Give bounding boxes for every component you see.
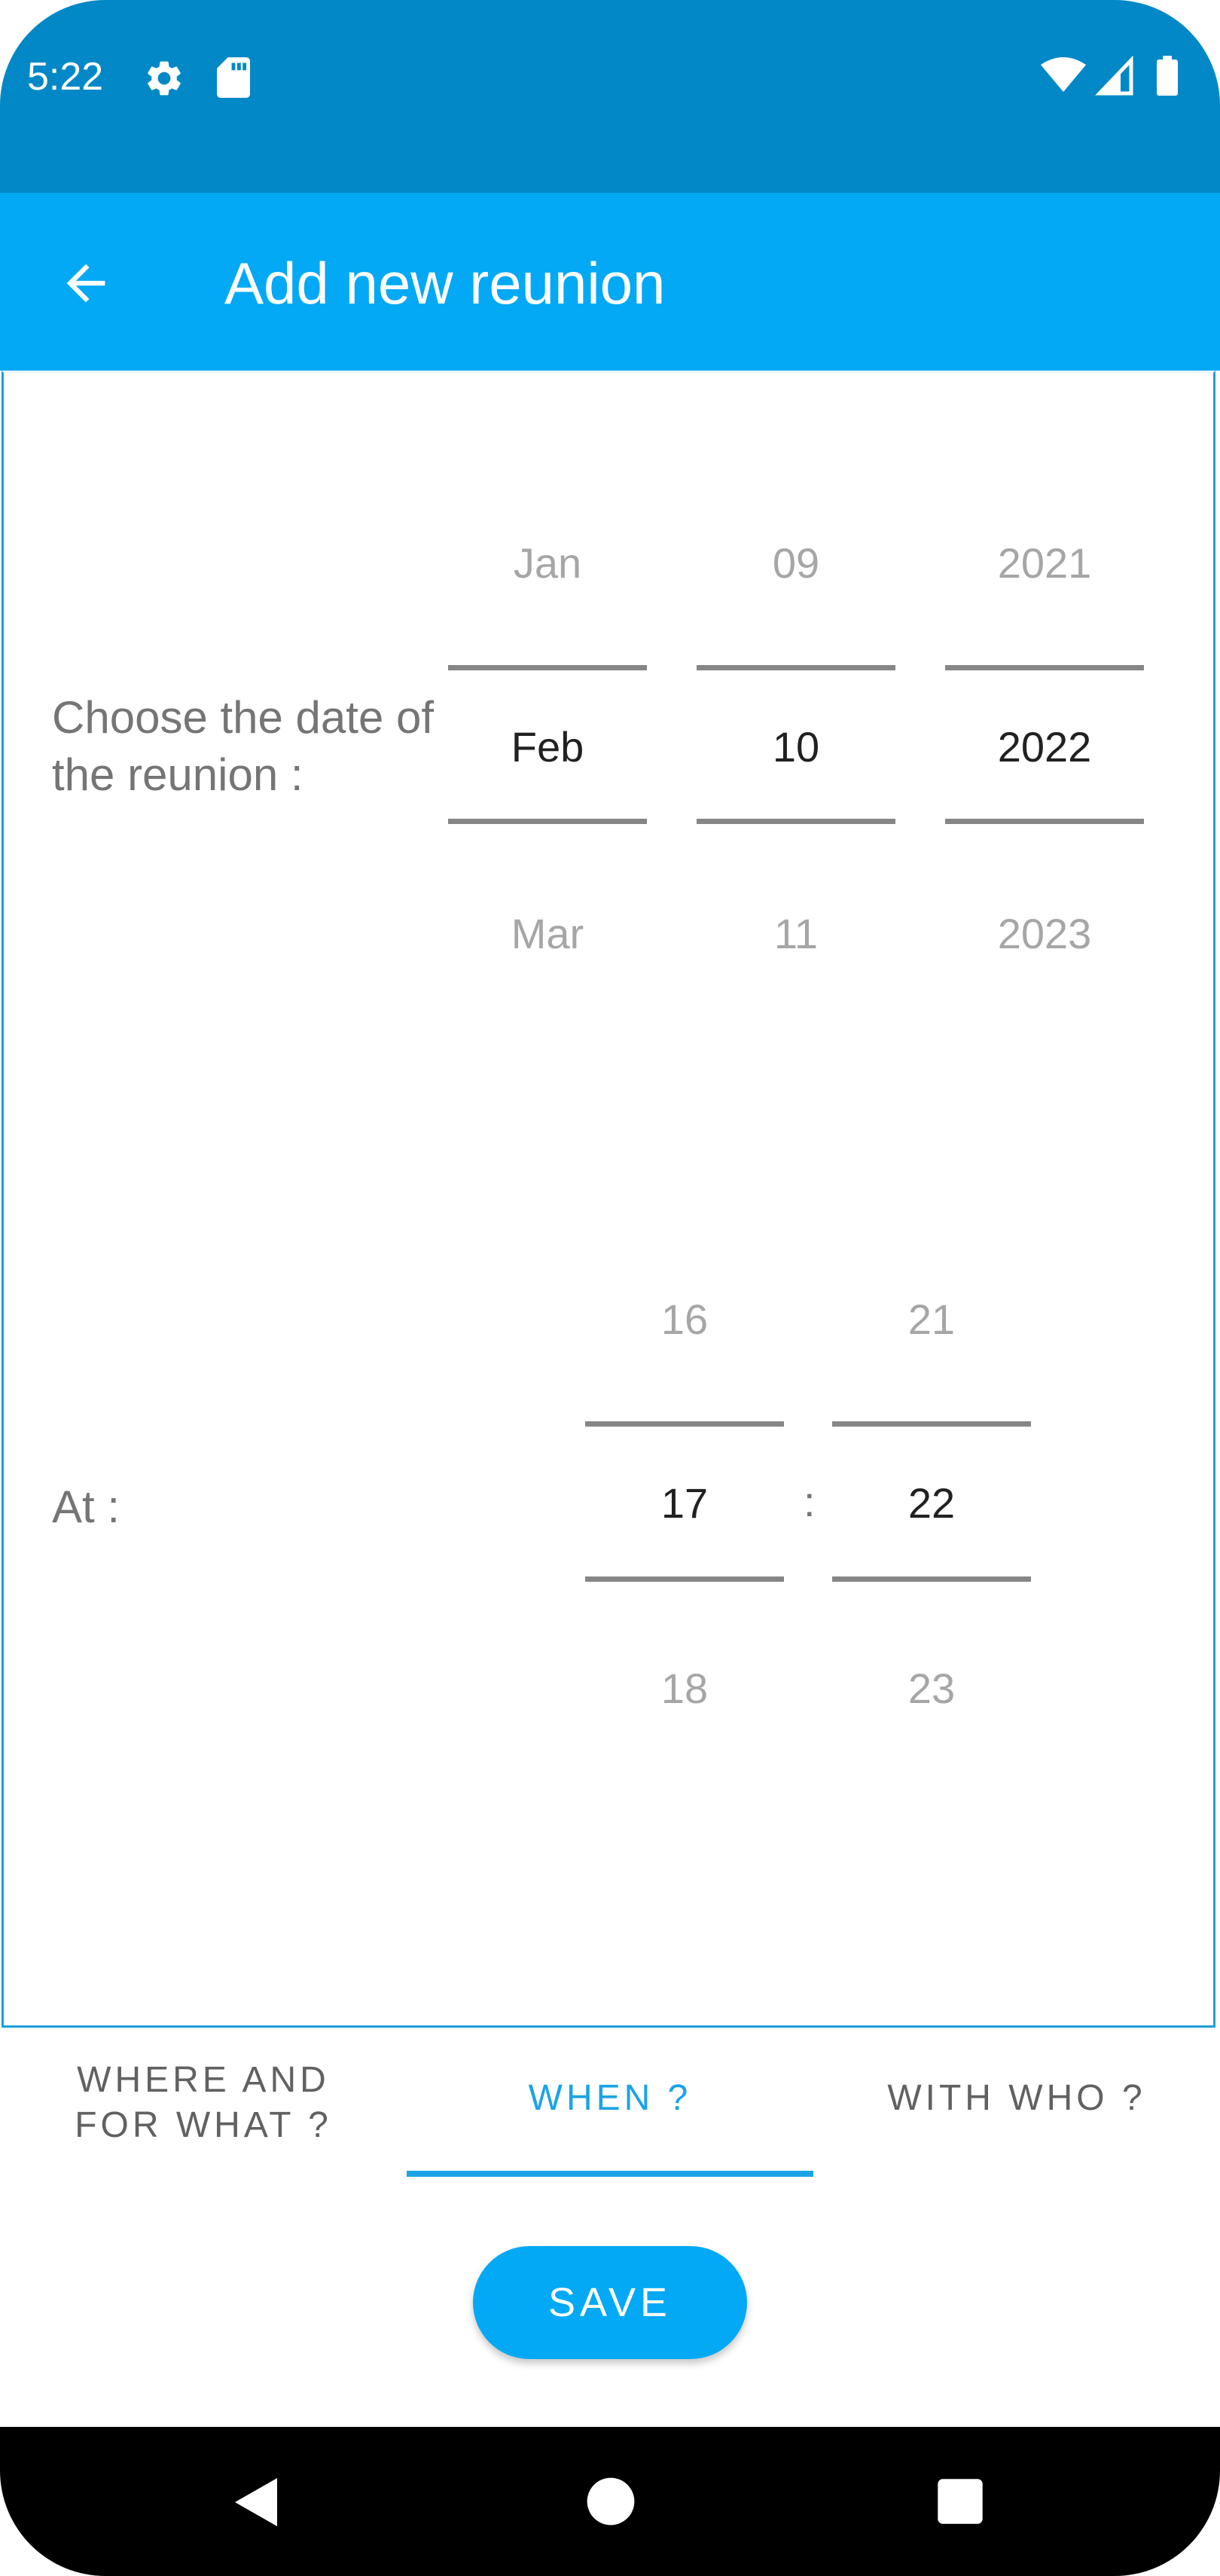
hour-next[interactable]: 18	[585, 1662, 784, 1715]
nav-recents-icon[interactable]	[935, 2477, 985, 2526]
hour-prev[interactable]: 16	[585, 1293, 784, 1346]
status-bar: 5:22	[0, 0, 1220, 193]
minute-prev[interactable]: 21	[832, 1293, 1031, 1346]
tab-indicator	[407, 2171, 813, 2177]
tab-label: WITH WHO ?	[887, 2078, 1146, 2118]
tab-when[interactable]: WHEN ?	[407, 2028, 813, 2178]
phone-screen: 5:22 Add new reunion Choose the date of …	[0, 0, 1220, 2576]
arrow-left-icon[interactable]	[57, 255, 114, 312]
picker-divider	[832, 1421, 1031, 1427]
minute-selected[interactable]: 22	[832, 1477, 1031, 1530]
tab-label: WHERE AND FOR WHAT ?	[75, 2060, 332, 2145]
time-label: At :	[52, 1482, 120, 1532]
tab-bar: WHERE AND FOR WHAT ? WHEN ? WITH WHO ?	[0, 2028, 1220, 2178]
tab-label: WHEN ?	[528, 2078, 692, 2118]
picker-divider	[832, 1576, 1031, 1582]
picker-divider	[585, 1421, 784, 1427]
date-label: Choose the date of the reunion :	[52, 692, 435, 800]
picker-divider	[585, 1576, 784, 1582]
minute-picker[interactable]: 21 22 23	[832, 373, 1031, 1804]
signal-icon	[1095, 55, 1133, 96]
tab-where-and-for-what[interactable]: WHERE AND FOR WHAT ?	[0, 2028, 407, 2178]
battery-icon	[1157, 56, 1178, 96]
status-icons-right	[1041, 55, 1178, 96]
time-separator: :	[804, 1478, 816, 1525]
gear-icon	[148, 61, 181, 96]
hour-picker[interactable]: 16 17 18	[585, 373, 784, 1804]
content-panel: Choose the date of the reunion : Jan Feb…	[2, 371, 1215, 2028]
navigation-bar	[0, 2427, 1220, 2576]
minute-next[interactable]: 23	[832, 1662, 1031, 1715]
hour-selected[interactable]: 17	[585, 1477, 784, 1530]
page-title: Add new reunion	[224, 250, 666, 316]
app-bar: Add new reunion	[0, 193, 1220, 371]
save-button[interactable]: SAVE	[473, 2246, 747, 2359]
nav-back-icon[interactable]	[226, 2472, 286, 2532]
sd-card-icon	[217, 57, 250, 98]
wifi-icon	[1041, 57, 1086, 92]
nav-home-icon[interactable]	[586, 2477, 636, 2526]
status-time: 5:22	[27, 55, 104, 99]
tab-with-who[interactable]: WITH WHO ?	[813, 2028, 1220, 2178]
